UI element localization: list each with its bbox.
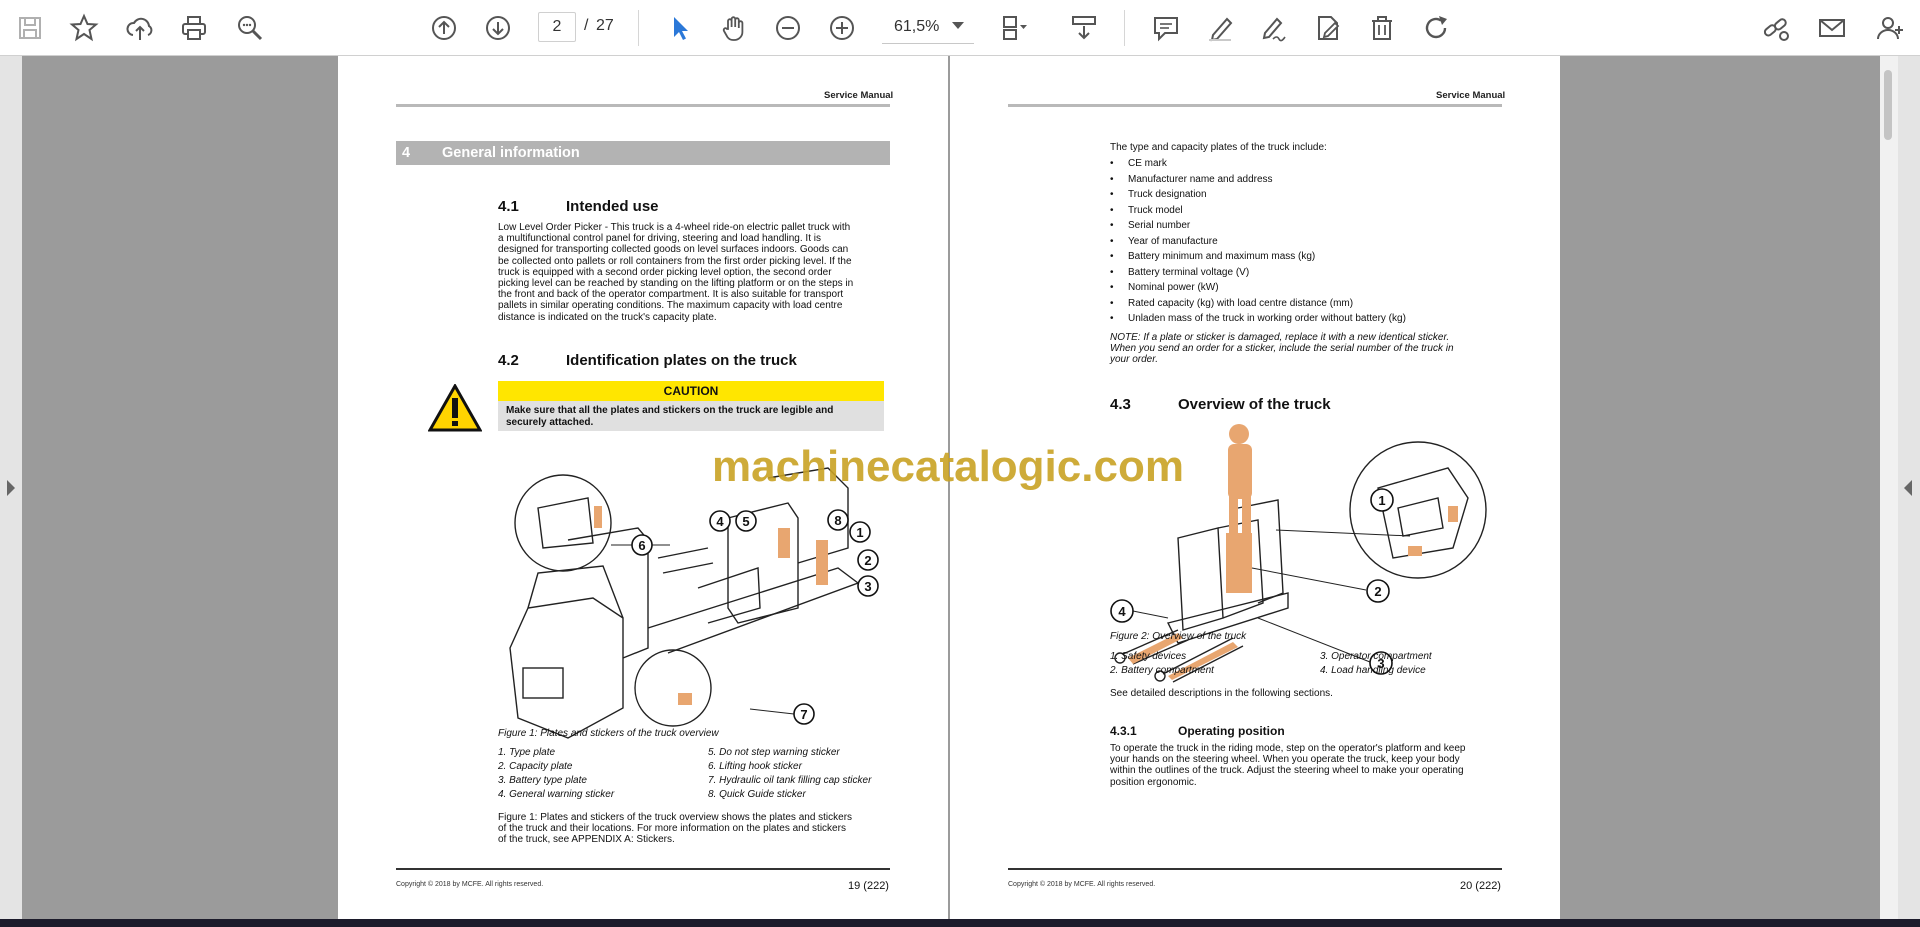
previous-page-icon[interactable] <box>424 8 464 48</box>
caution-text: Make sure that all the plates and sticke… <box>498 401 884 431</box>
svg-text:1: 1 <box>1378 493 1385 508</box>
watermark-text: machinecatalogic.com <box>712 442 1184 491</box>
next-page-icon[interactable] <box>478 8 518 48</box>
page-separator: / <box>584 17 589 34</box>
page-number-input[interactable]: 2 <box>538 12 576 42</box>
warning-triangle-icon <box>428 384 482 432</box>
plates-bullet-list: • CE mark • Manufacturer name and address … <box>1110 158 1406 324</box>
section-title: Overview of the truck <box>1178 396 1331 413</box>
toolbar: 2 / 27 61,5% <box>0 0 1920 56</box>
add-user-icon[interactable] <box>1870 8 1910 48</box>
footer-rule <box>396 868 890 870</box>
svg-text:8: 8 <box>834 513 841 528</box>
collapse-right-panel-icon[interactable] <box>1904 480 1912 496</box>
print-icon[interactable] <box>174 8 214 48</box>
total-pages: 27 <box>596 17 614 34</box>
expand-left-panel-icon[interactable] <box>7 480 15 496</box>
running-head: Service Manual <box>1436 90 1506 101</box>
zoom-search-icon[interactable] <box>230 8 270 48</box>
running-head: Service Manual <box>824 90 894 101</box>
svg-text:7: 7 <box>800 707 807 722</box>
email-envelope-icon[interactable] <box>1812 8 1852 48</box>
figure-caption: Figure 2: Overview of the truck <box>1110 631 1247 642</box>
hand-tool-icon[interactable] <box>714 8 754 48</box>
comment-icon[interactable] <box>1146 8 1186 48</box>
intended-use-paragraph: Low Level Order Picker - This truck is a… <box>498 222 854 323</box>
toolbar-divider <box>1124 10 1125 46</box>
svg-text:4: 4 <box>716 514 724 529</box>
scroll-mode-icon[interactable] <box>1064 8 1104 48</box>
edit-document-icon[interactable] <box>1308 8 1348 48</box>
svg-text:2: 2 <box>864 553 871 568</box>
share-link-icon[interactable] <box>1756 8 1796 48</box>
section-number: 4.2 <box>498 352 519 369</box>
bookmark-star-icon[interactable] <box>64 8 104 48</box>
cloud-upload-icon[interactable] <box>120 8 160 48</box>
copyright-notice: Copyright © 2018 by MCFE. All rights res… <box>1008 881 1156 888</box>
chapter-heading: 4 General information <box>396 141 890 165</box>
zoom-in-icon[interactable] <box>822 8 862 48</box>
taskbar-strip <box>0 919 1920 927</box>
svg-text:6: 6 <box>638 538 645 553</box>
figure-callouts: 1 2 3 4 5 6 7 8 <box>631 509 879 725</box>
select-cursor-icon[interactable] <box>660 8 700 48</box>
svg-text:4: 4 <box>1118 604 1126 619</box>
svg-text:1: 1 <box>856 525 863 540</box>
header-rule <box>1008 104 1502 107</box>
page-layout-icon[interactable] <box>994 8 1034 48</box>
scrollbar-thumb[interactable] <box>1884 70 1892 140</box>
toolbar-divider <box>638 10 639 46</box>
section-number: 4.3 <box>1110 396 1131 413</box>
figure-legend-right: 5. Do not step warning sticker 6. Liftin… <box>708 747 872 800</box>
footer-rule <box>1008 868 1502 870</box>
see-more-text: See detailed descriptions in the followi… <box>1110 688 1333 699</box>
caution-title: CAUTION <box>498 381 884 401</box>
chevron-down-icon[interactable] <box>952 22 964 29</box>
section-title: Identification plates on the truck <box>566 352 797 369</box>
section-number: 4.1 <box>498 198 519 215</box>
subsection-number: 4.3.1 <box>1110 724 1137 738</box>
draw-sign-icon[interactable] <box>1254 8 1294 48</box>
operating-position-paragraph: To operate the truck in the riding mode,… <box>1110 743 1466 788</box>
vertical-scrollbar[interactable] <box>1880 56 1898 921</box>
rotate-redo-icon[interactable] <box>1416 8 1456 48</box>
page-number: 20 (222) <box>1460 880 1501 892</box>
zoom-out-icon[interactable] <box>768 8 808 48</box>
figure-caption: Figure 1: Plates and stickers of the tru… <box>498 728 719 739</box>
plates-intro: The type and capacity plates of the truc… <box>1110 142 1327 153</box>
figure-legend-left: 1. Type plate 2. Capacity plate 3. Batte… <box>498 747 615 800</box>
figure-reference-paragraph: Figure 1: Plates and stickers of the tru… <box>498 812 853 846</box>
header-rule <box>396 104 890 107</box>
chapter-number: 4 <box>402 145 411 161</box>
copyright-notice: Copyright © 2018 by MCFE. All rights res… <box>396 881 544 888</box>
highlight-pen-icon[interactable] <box>1200 8 1240 48</box>
svg-text:5: 5 <box>742 514 749 529</box>
svg-text:2: 2 <box>1374 584 1381 599</box>
chapter-title: General information <box>442 145 580 161</box>
section-title: Intended use <box>566 198 659 215</box>
figure-legend-left: 1. Safety devices 2. Battery compartment <box>1110 651 1214 676</box>
figure-legend-right: 3. Operator compartment 4. Load handling… <box>1320 651 1432 676</box>
subsection-title: Operating position <box>1178 724 1285 738</box>
note-paragraph: NOTE: If a plate or sticker is damaged, … <box>1110 332 1454 366</box>
save-icon[interactable] <box>10 8 50 48</box>
svg-text:3: 3 <box>864 579 871 594</box>
page-number: 19 (222) <box>848 880 889 892</box>
delete-trash-icon[interactable] <box>1362 8 1402 48</box>
